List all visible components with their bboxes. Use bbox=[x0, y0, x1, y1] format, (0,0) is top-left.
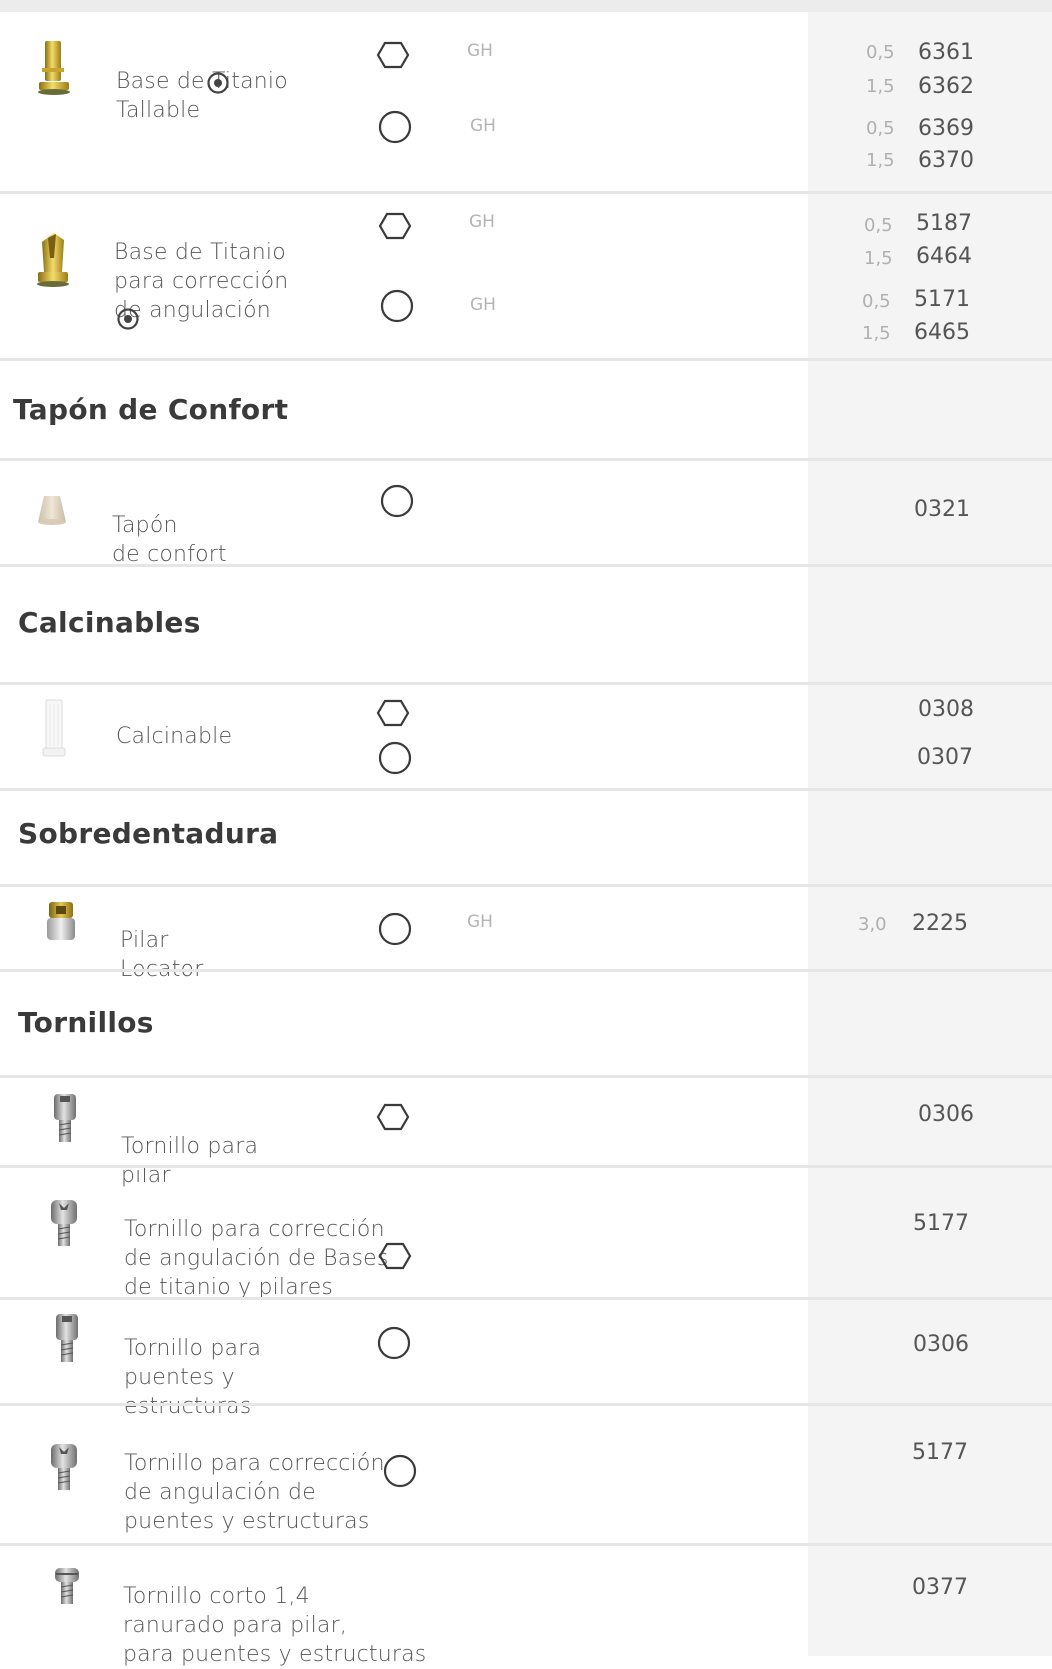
round-connection-icon bbox=[378, 741, 412, 775]
product-name-text: Tornillo corto 1,4 ranurado para pilar, … bbox=[123, 1584, 427, 1667]
product-name-tornillo-corto: Tornillo corto 1,4 ranurado para pilar, … bbox=[123, 1553, 426, 1669]
row-divider bbox=[0, 458, 1052, 461]
reference-code: 2225 bbox=[912, 911, 968, 936]
product-name-text: Tornillo para corrección de angulación d… bbox=[124, 1217, 389, 1300]
product-name-tornillo-pilar: Tornillo para pilar bbox=[121, 1103, 258, 1190]
gh-label: GH bbox=[469, 212, 495, 232]
round-connection-icon bbox=[383, 1454, 417, 1488]
target-icon bbox=[117, 308, 139, 330]
hexagon-connection-icon bbox=[378, 212, 412, 240]
reference-code: 0308 bbox=[918, 697, 974, 722]
comfort-cap-image bbox=[38, 496, 66, 525]
reference-code: 6370 bbox=[918, 148, 974, 173]
row-divider bbox=[0, 884, 1052, 887]
product-name-calcinable: Calcinable bbox=[116, 693, 232, 751]
reference-code: 0307 bbox=[917, 745, 973, 770]
bridge-screw-image bbox=[56, 1314, 78, 1362]
product-name-text: Base de Titanio para corrección de angul… bbox=[114, 240, 289, 323]
row-divider bbox=[0, 358, 1052, 361]
hexagon-connection-icon bbox=[376, 699, 410, 727]
product-name-text: Tornillo para puentes y estructuras bbox=[124, 1336, 262, 1419]
product-name-text: Pilar Locator bbox=[120, 928, 204, 982]
target-icon bbox=[207, 72, 229, 94]
row-divider bbox=[0, 1297, 1052, 1300]
gh-label: GH bbox=[467, 41, 493, 61]
row-divider bbox=[0, 682, 1052, 685]
product-name-text: Tapón de confort bbox=[112, 513, 227, 567]
gh-label: GH bbox=[470, 295, 496, 315]
reference-code: 0306 bbox=[913, 1332, 969, 1357]
product-name-base-tallable: Base de Titanio Tallable bbox=[116, 38, 288, 125]
round-connection-icon bbox=[380, 484, 414, 518]
hexagon-connection-icon bbox=[376, 41, 410, 69]
height-value: 1,5 bbox=[866, 150, 895, 171]
reference-code: 6369 bbox=[918, 116, 974, 141]
row-divider bbox=[0, 1075, 1052, 1078]
height-value: 1,5 bbox=[862, 323, 891, 344]
reference-code: 5187 bbox=[916, 211, 972, 236]
top-band bbox=[0, 0, 1052, 12]
product-name-text: Tornillo para pilar bbox=[121, 1134, 259, 1188]
short-screw-image bbox=[55, 1568, 79, 1604]
height-value: 0,5 bbox=[866, 42, 895, 63]
row-divider bbox=[0, 1543, 1052, 1546]
round-connection-icon bbox=[378, 110, 412, 144]
titanium-base-gold-image bbox=[38, 41, 70, 95]
row-divider bbox=[0, 564, 1052, 567]
reference-code: 6361 bbox=[918, 40, 974, 65]
reference-code: 5171 bbox=[914, 287, 970, 312]
section-heading-calcinables: Calcinables bbox=[18, 606, 201, 639]
product-name-tornillo-correccion-puentes: Tornillo para corrección de angulación d… bbox=[124, 1420, 385, 1536]
product-catalog-page: Base de Titanio Tallable GH GH 0,5 6361 … bbox=[0, 0, 1052, 1667]
product-name-text: Tornillo para corrección de angulación d… bbox=[124, 1451, 385, 1534]
row-divider bbox=[0, 969, 1052, 972]
height-value: 0,5 bbox=[862, 291, 891, 312]
product-name-tapon-confort: Tapón de confort bbox=[112, 482, 227, 569]
height-value: 3,0 bbox=[858, 914, 887, 935]
reference-code: 0321 bbox=[914, 497, 970, 522]
row-divider bbox=[0, 1165, 1052, 1168]
reference-code: 5177 bbox=[912, 1440, 968, 1465]
gh-label: GH bbox=[470, 116, 496, 136]
reference-code: 6465 bbox=[914, 320, 970, 345]
product-name-text: Calcinable bbox=[116, 724, 233, 749]
abutment-screw-image bbox=[54, 1094, 76, 1142]
round-connection-icon bbox=[380, 289, 414, 323]
row-divider bbox=[0, 1403, 1052, 1406]
calcinable-abutment-image bbox=[42, 699, 66, 757]
gh-label: GH bbox=[467, 912, 493, 932]
locator-abutment-image bbox=[47, 902, 75, 940]
height-value: 0,5 bbox=[864, 215, 893, 236]
hexagon-connection-icon bbox=[378, 1242, 412, 1270]
reference-code: 0306 bbox=[918, 1102, 974, 1127]
row-divider bbox=[0, 191, 1052, 194]
section-heading-tornillos: Tornillos bbox=[18, 1006, 154, 1039]
height-value: 0,5 bbox=[866, 118, 895, 139]
angulation-screw-image bbox=[51, 1200, 77, 1246]
product-name-text: Base de Titanio Tallable bbox=[116, 69, 288, 123]
hexagon-connection-icon bbox=[376, 1103, 410, 1131]
product-name-tornillo-correccion-bases: Tornillo para corrección de angulación d… bbox=[124, 1186, 389, 1302]
section-heading-sobredentadura: Sobredentadura bbox=[18, 817, 279, 850]
section-heading-tapon: Tapón de Confort bbox=[13, 393, 289, 426]
bridge-angulation-screw-image bbox=[51, 1444, 77, 1490]
round-connection-icon bbox=[378, 912, 412, 946]
product-name-base-angulacion: Base de Titanio para corrección de angul… bbox=[114, 209, 288, 325]
reference-code: 6464 bbox=[916, 244, 972, 269]
round-connection-icon bbox=[377, 1326, 411, 1360]
reference-code: 5177 bbox=[913, 1211, 969, 1236]
height-value: 1,5 bbox=[864, 248, 893, 269]
height-value: 1,5 bbox=[866, 76, 895, 97]
angled-titanium-base-gold-image bbox=[37, 233, 69, 287]
row-divider bbox=[0, 788, 1052, 791]
reference-code: 0377 bbox=[912, 1575, 968, 1600]
reference-code: 6362 bbox=[918, 74, 974, 99]
